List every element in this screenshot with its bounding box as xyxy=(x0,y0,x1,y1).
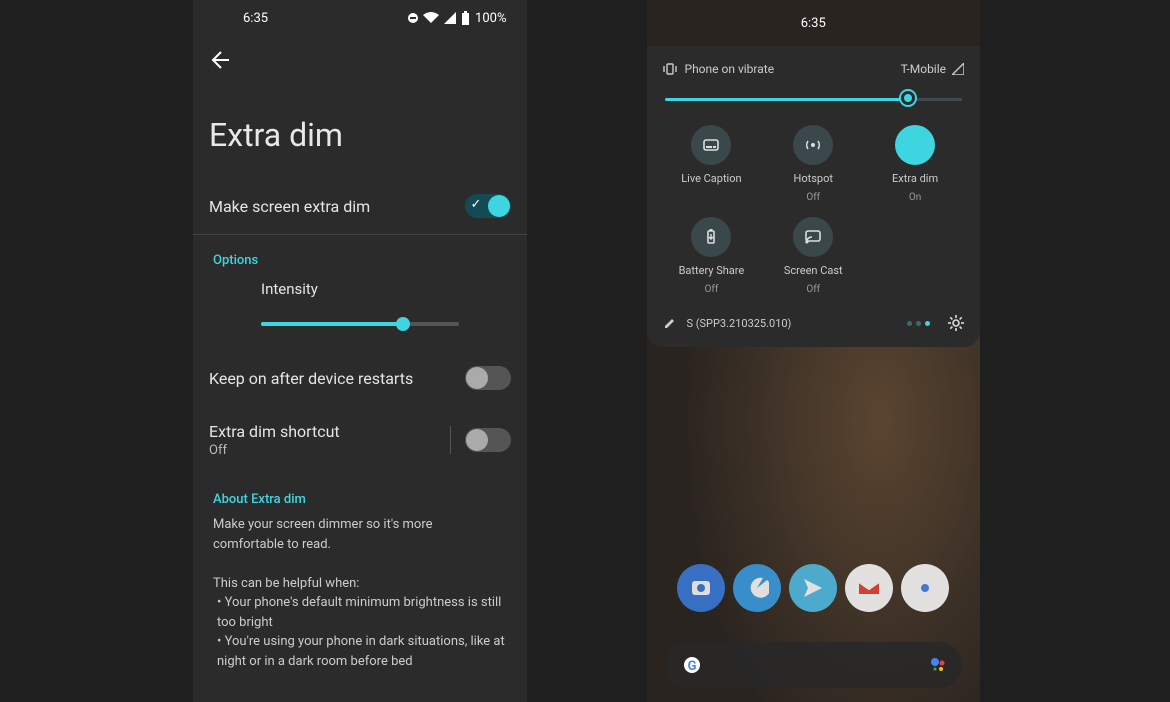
vibrate-label: Phone on vibrate xyxy=(685,62,775,76)
qs-tile-state: Off xyxy=(806,192,820,203)
carrier-label: T-Mobile xyxy=(901,62,946,76)
settings-phone-frame: 6:35 100% Extra dim Make screen extra di… xyxy=(193,0,527,702)
qs-tile-state: Off xyxy=(806,284,820,295)
vibrate-icon xyxy=(663,62,677,76)
home-dock xyxy=(647,564,981,612)
signal-icon xyxy=(444,12,456,24)
about-header: About Extra dim xyxy=(193,474,527,515)
shortcut-label-wrap: Extra dim shortcut Off xyxy=(209,422,450,458)
cast-icon xyxy=(793,217,833,257)
options-header: Options xyxy=(193,235,527,276)
about-text: Make your screen dimmer so it's more com… xyxy=(193,515,527,685)
status-time: 6:35 xyxy=(801,16,826,31)
dim-icon xyxy=(895,125,935,165)
dock-app-4[interactable] xyxy=(901,564,949,612)
caption-icon xyxy=(691,125,731,165)
shortcut-label: Extra dim shortcut xyxy=(209,422,450,441)
qs-tile-state: Off xyxy=(704,284,718,295)
row-separator xyxy=(450,426,451,454)
edit-icon[interactable] xyxy=(663,316,677,330)
about-bullet: You're using your phone in dark situatio… xyxy=(213,632,507,671)
build-label: S (SPP3.210325.010) xyxy=(687,317,792,330)
about-bullet: Your phone's default minimum brightness … xyxy=(213,593,507,632)
assistant-icon[interactable] xyxy=(930,657,946,673)
intensity-block: Intensity xyxy=(193,276,527,350)
extra-dim-toggle-label: Make screen extra dim xyxy=(209,197,465,216)
statusbar: 6:35 xyxy=(647,0,981,46)
dock-app-2[interactable] xyxy=(789,564,837,612)
qs-header: Phone on vibrate T-Mobile xyxy=(661,58,967,92)
qs-tile-label: Hotspot xyxy=(794,172,833,185)
keep-on-row[interactable]: Keep on after device restarts xyxy=(193,350,527,406)
hotspot-icon xyxy=(793,125,833,165)
about-lead: This can be helpful when: xyxy=(213,574,507,594)
settings-gear-icon[interactable] xyxy=(948,315,964,331)
shortcut-toggle[interactable] xyxy=(465,428,511,452)
qs-phone-frame: 6:35 Phone on vibrate T-Mobile Live Capt… xyxy=(647,0,981,702)
quick-settings-panel: Phone on vibrate T-Mobile Live Caption H… xyxy=(647,46,981,347)
google-g-icon: G xyxy=(681,654,703,676)
wifi-icon xyxy=(423,12,439,24)
qs-tile-live-caption[interactable]: Live Caption xyxy=(661,125,761,203)
extra-dim-toggle[interactable] xyxy=(465,194,511,218)
dock-app-1[interactable] xyxy=(733,564,781,612)
qs-tile-grid: Live Caption Hotspot Off Extra dim On Ba… xyxy=(661,121,967,305)
battery-icon xyxy=(461,11,470,25)
signal-icon xyxy=(952,63,964,75)
qs-tile-label: Live Caption xyxy=(681,172,741,185)
keep-on-label: Keep on after device restarts xyxy=(209,369,465,388)
page-title: Extra dim xyxy=(193,84,527,178)
dock-app-3[interactable] xyxy=(845,564,893,612)
qs-footer: S (SPP3.210325.010) xyxy=(661,305,967,331)
status-icons: 100% xyxy=(408,11,506,26)
qs-tile-battery-share[interactable]: Battery Share Off xyxy=(661,217,761,295)
back-arrow-icon[interactable] xyxy=(209,50,511,70)
about-line1: Make your screen dimmer so it's more com… xyxy=(213,515,507,554)
batshare-icon xyxy=(691,217,731,257)
qs-tile-state: On xyxy=(909,192,921,203)
shortcut-sublabel: Off xyxy=(209,443,450,458)
extra-dim-toggle-row[interactable]: Make screen extra dim xyxy=(193,178,527,234)
qs-tile-label: Screen Cast xyxy=(784,264,843,277)
brightness-thumb-icon xyxy=(899,89,917,107)
intensity-label: Intensity xyxy=(213,276,507,308)
back-row xyxy=(193,36,527,84)
statusbar: 6:35 100% xyxy=(193,0,527,36)
dnd-icon xyxy=(408,13,418,23)
shortcut-row[interactable]: Extra dim shortcut Off xyxy=(193,406,527,474)
qs-tile-extra-dim[interactable]: Extra dim On xyxy=(865,125,965,203)
battery-pct: 100% xyxy=(475,11,506,26)
svg-text:G: G xyxy=(687,659,696,674)
keep-on-toggle[interactable] xyxy=(465,366,511,390)
search-bar[interactable]: G xyxy=(665,642,963,688)
brightness-slider[interactable] xyxy=(665,98,963,101)
dock-app-0[interactable] xyxy=(677,564,725,612)
qs-tile-screen-cast[interactable]: Screen Cast Off xyxy=(763,217,863,295)
qs-tile-label: Extra dim xyxy=(892,172,938,185)
qs-tile-label: Battery Share xyxy=(679,264,745,277)
page-indicator[interactable] xyxy=(907,321,930,326)
intensity-slider[interactable] xyxy=(261,322,459,326)
qs-tile-hotspot[interactable]: Hotspot Off xyxy=(763,125,863,203)
status-time: 6:35 xyxy=(213,11,408,26)
about-bullets: Your phone's default minimum brightness … xyxy=(213,593,507,671)
